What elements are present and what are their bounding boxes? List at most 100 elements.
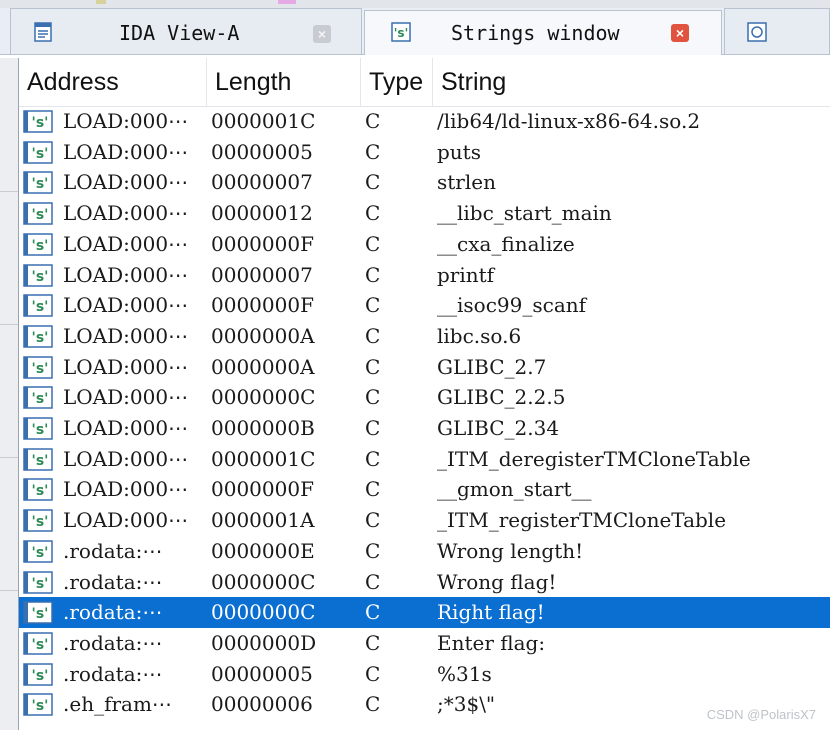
top-strip [0, 0, 830, 8]
toolbar-marker [278, 0, 296, 4]
svg-text:'s': 's' [32, 391, 49, 407]
string-icon: 's' [23, 693, 53, 717]
type-cell: C [365, 661, 381, 686]
string-icon: 's' [23, 355, 53, 379]
close-icon[interactable]: × [313, 25, 331, 43]
table-row[interactable]: 's' LOAD:000⋯ 0000000C C GLIBC_2.2.5 [19, 382, 830, 413]
type-cell: C [365, 170, 381, 195]
string-icon: 's' [23, 417, 53, 440]
type-cell: C [365, 508, 381, 533]
string-icon: 's' [23, 140, 53, 164]
length-cell: 0000000C [211, 569, 316, 594]
table-row[interactable]: 's' LOAD:000⋯ 0000001A C _ITM_registerTMClon… [19, 505, 830, 536]
address-cell: .rodata:⋯ [63, 600, 163, 625]
string-cell: ;*3$\" [437, 692, 496, 717]
string-icon: 's' [23, 540, 53, 563]
table-row[interactable]: 's' LOAD:000⋯ 0000000F C __cxa_finalize [19, 229, 830, 260]
address-cell: LOAD:000⋯ [63, 262, 189, 287]
length-cell: 00000005 [211, 139, 313, 164]
length-cell: 0000000A [211, 323, 315, 348]
string-cell: Wrong flag! [437, 569, 557, 594]
length-cell: 0000000C [211, 600, 316, 625]
string-cell: GLIBC_2.2.5 [437, 385, 566, 410]
type-cell: C [365, 477, 381, 502]
svg-text:'s': 's' [32, 576, 49, 592]
column-header-length[interactable]: Length [207, 58, 361, 106]
length-cell: 0000000B [211, 416, 315, 440]
table-row[interactable]: 's' .rodata:⋯ 0000000C C Right flag! [19, 597, 830, 629]
table-row[interactable]: 's' LOAD:000⋯ 0000000F C __isoc99_scanf [19, 290, 830, 321]
length-cell: 0000001A [211, 508, 315, 533]
tab-strings-window[interactable]: 's' Strings window × [364, 10, 722, 55]
table-row[interactable]: 's' LOAD:000⋯ 0000001C C _ITM_deregisterTMCl… [19, 444, 830, 475]
table-row[interactable]: 's' .rodata:⋯ 0000000D C Enter flag: [19, 628, 830, 659]
type-cell: C [365, 201, 381, 226]
tab-hex-view[interactable] [724, 8, 830, 54]
table-row[interactable]: 's' LOAD:000⋯ 0000000F C __gmon_start__ [19, 474, 830, 505]
address-cell: .rodata:⋯ [63, 661, 163, 686]
length-cell: 0000000F [211, 477, 314, 502]
length-cell: 0000000E [211, 538, 315, 563]
tab-label: IDA View-A [119, 21, 240, 45]
svg-text:'s': 's' [394, 26, 409, 40]
string-cell: __isoc99_scanf [437, 293, 587, 318]
svg-text:'s': 's' [32, 207, 49, 223]
string-icon: 's' [23, 386, 53, 410]
type-cell: C [365, 630, 381, 655]
table-row[interactable]: 's' LOAD:000⋯ 0000001C C/lib64/ld-linux-x86… [19, 106, 830, 137]
tab-ida-view-a[interactable]: IDA View-A × [10, 8, 362, 54]
address-cell: LOAD:000⋯ [63, 201, 189, 226]
length-cell: 00000006 [211, 692, 313, 717]
table-row[interactable]: 's' LOAD:000⋯ 00000007 Cstrlen [19, 167, 830, 198]
length-cell: 00000012 [211, 201, 313, 226]
table-row[interactable]: 's' LOAD:000⋯ 0000000A C GLIBC_2.7 [19, 352, 830, 383]
string-icon: 's' [23, 233, 53, 256]
table-row[interactable]: 's' LOAD:000⋯ 0000000B C GLIBC_2.34 [19, 413, 830, 444]
type-cell: C [365, 569, 381, 594]
string-icon: 's' [23, 662, 53, 686]
type-cell: C [365, 139, 381, 164]
svg-text:'s': 's' [32, 637, 49, 653]
type-cell: C [365, 385, 381, 410]
address-cell: LOAD:000⋯ [63, 170, 189, 195]
svg-text:'s': 's' [32, 269, 49, 285]
address-cell: .rodata:⋯ [63, 538, 163, 563]
type-cell: C [365, 231, 381, 256]
table-row[interactable]: 's' .rodata:⋯ 0000000C C Wrong flag! [19, 567, 830, 598]
length-cell: 0000001C [211, 109, 316, 133]
column-header-type[interactable]: Type [361, 58, 433, 106]
table-row[interactable]: 's' .rodata:⋯ 00000005 C %31s [19, 659, 830, 690]
ida-view-icon [34, 22, 52, 42]
hex-view-icon [747, 22, 767, 42]
table-row[interactable]: 's' LOAD:000⋯ 00000012 C __libc_start_main [19, 198, 830, 229]
svg-text:'s': 's' [32, 422, 49, 438]
length-cell: 0000001C [211, 446, 316, 471]
table-row[interactable]: 's' LOAD:000⋯ 00000005 Cputs [19, 137, 830, 168]
column-header-address[interactable]: Address [19, 58, 207, 106]
column-header-string[interactable]: String [433, 58, 830, 106]
close-icon[interactable]: × [671, 24, 689, 42]
address-cell: LOAD:000⋯ [63, 293, 189, 318]
string-cell: _ITM_registerTMCloneTable [437, 508, 727, 533]
left-gutter [0, 58, 18, 730]
address-cell: LOAD:000⋯ [63, 354, 189, 379]
table-row[interactable]: 's' .rodata:⋯ 0000000E C Wrong length! [19, 536, 830, 567]
strings-icon: 's' [391, 22, 411, 42]
length-cell: 00000005 [211, 661, 313, 686]
string-cell: %31s [437, 661, 492, 686]
string-cell: puts [437, 139, 481, 164]
address-cell: LOAD:000⋯ [63, 231, 189, 256]
address-cell: LOAD:000⋯ [63, 323, 189, 348]
length-cell: 0000000F [211, 293, 314, 318]
table-row[interactable]: 's' LOAD:000⋯ 00000007 Cprintf [19, 260, 830, 291]
table-row[interactable]: 's' LOAD:000⋯ 0000000A Clibc.so.6 [19, 321, 830, 352]
string-cell: GLIBC_2.7 [437, 354, 547, 379]
length-cell: 0000000C [211, 385, 316, 410]
type-cell: C [365, 446, 381, 471]
svg-text:'s': 's' [32, 545, 49, 561]
address-cell: .eh_fram⋯ [63, 692, 172, 717]
string-icon: 's' [23, 171, 53, 195]
address-cell: .rodata:⋯ [63, 569, 163, 594]
tab-bar: IDA View-A × 's' Strings window × [0, 0, 830, 55]
tab-label: Strings window [451, 21, 620, 45]
